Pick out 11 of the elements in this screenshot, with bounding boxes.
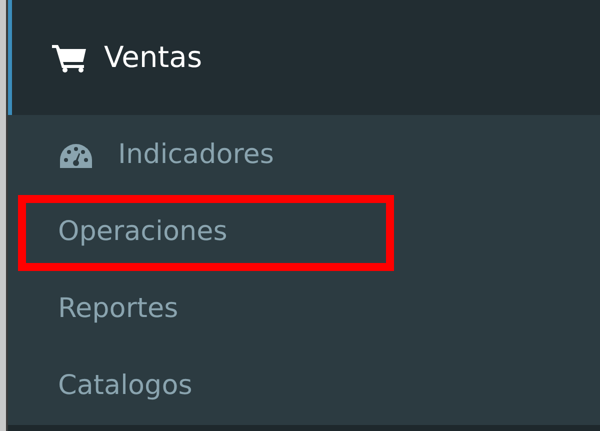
menu-label: Ventas	[104, 38, 202, 76]
submenu-item[interactable]: Indicadores	[18, 118, 394, 194]
submenu-label: Indicadores	[118, 138, 274, 172]
submenu-item[interactable]: Reportes	[18, 272, 394, 348]
submenu-label: Operaciones	[58, 215, 228, 250]
gauge-icon	[58, 142, 94, 170]
submenu-label: Reportes	[58, 292, 178, 326]
submenu-item[interactable]: Catalogos	[18, 348, 394, 424]
submenu-item[interactable]: Operaciones	[18, 194, 394, 270]
cart-icon	[52, 42, 88, 72]
submenu-label: Catalogos	[58, 369, 192, 404]
